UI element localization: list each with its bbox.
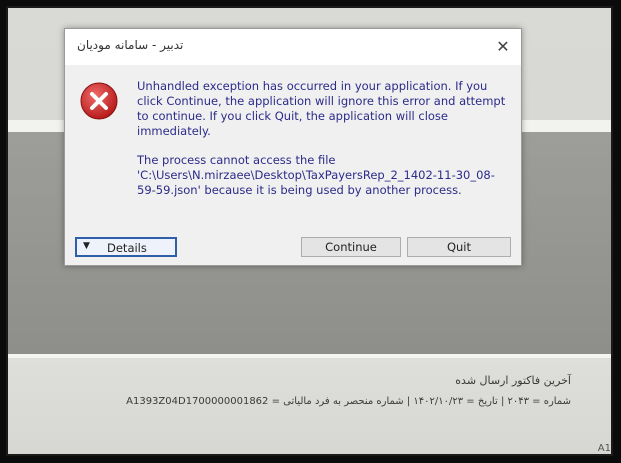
details-button[interactable]: ▼ Details <box>75 237 177 257</box>
error-message-instructions: Unhandled exception has occurred in your… <box>137 79 506 138</box>
quit-button[interactable]: Quit <box>407 237 511 257</box>
chevron-down-icon: ▼ <box>83 241 90 251</box>
error-message: Unhandled exception has occurred in your… <box>137 79 507 212</box>
error-icon <box>80 82 118 120</box>
dialog-titlebar: تدبیر - سامانه مودیان ✕ <box>65 29 521 65</box>
corner-label: A1 <box>597 443 611 454</box>
last-invoice-title: آخرین فاکتور ارسال شده <box>455 374 571 387</box>
details-label: Details <box>107 241 147 255</box>
error-message-detail: The process cannot access the file 'C:\U… <box>137 153 495 197</box>
exception-dialog: تدبیر - سامانه مودیان ✕ Unhandled except… <box>64 28 522 266</box>
monitor-screen: آخرین فاکتور ارسال شده شماره = ۲۰۴۳ | تا… <box>6 6 613 456</box>
status-area <box>8 358 611 454</box>
continue-button[interactable]: Continue <box>301 237 401 257</box>
close-button[interactable]: ✕ <box>491 35 515 59</box>
dialog-title: تدبیر - سامانه مودیان <box>77 38 184 52</box>
last-invoice-details: شماره = ۲۰۴۳ | تاریخ = ۱۴۰۲/۱۰/۲۳ | شمار… <box>126 396 571 407</box>
